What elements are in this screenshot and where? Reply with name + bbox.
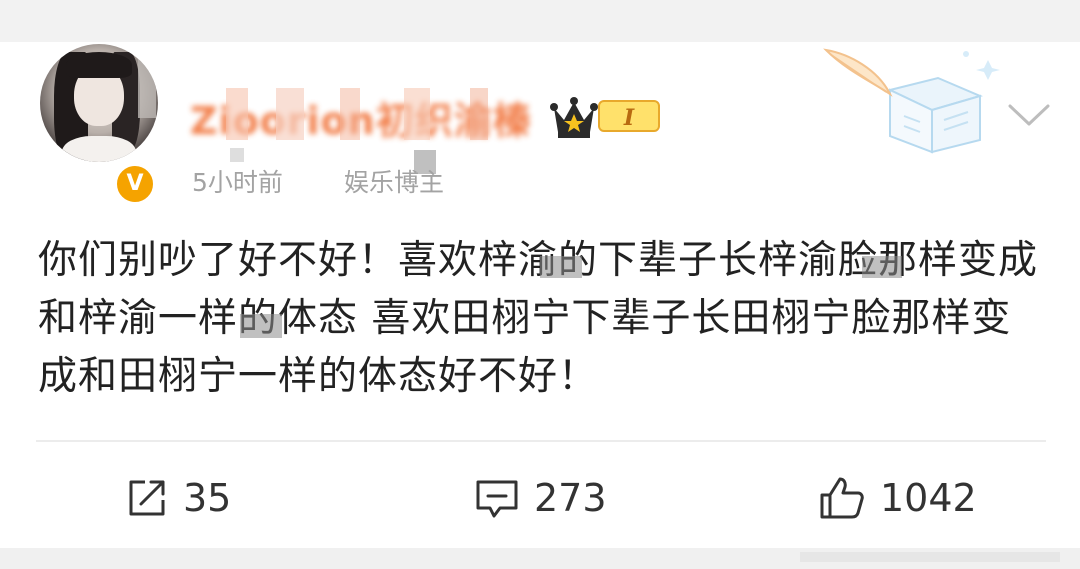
comment-button[interactable]: 273 bbox=[474, 470, 607, 526]
avatar-shirt bbox=[62, 136, 136, 162]
comment-count: 273 bbox=[534, 476, 607, 520]
redaction-mark bbox=[862, 256, 902, 278]
chevron-down-icon[interactable] bbox=[1006, 100, 1052, 130]
share-icon bbox=[129, 480, 165, 516]
divider bbox=[36, 440, 1046, 442]
avatar[interactable] bbox=[40, 44, 158, 162]
share-button[interactable]: 35 bbox=[125, 470, 231, 526]
watermark-blur bbox=[800, 552, 1060, 562]
crown-icon bbox=[550, 97, 598, 138]
avatar-bangs bbox=[66, 52, 132, 78]
verified-badge: V bbox=[114, 163, 156, 205]
post-time: 5小时前 bbox=[192, 168, 283, 197]
like-count: 1042 bbox=[880, 476, 977, 520]
redaction-mark bbox=[240, 314, 282, 338]
like-button[interactable]: 1042 bbox=[818, 470, 977, 526]
level-badge[interactable]: I bbox=[598, 100, 660, 132]
comment-icon bbox=[476, 480, 518, 518]
post-source: 娱乐博主 bbox=[344, 168, 445, 197]
username-mosaic bbox=[190, 88, 540, 140]
book-quill-sticker bbox=[823, 48, 1000, 154]
redaction-mark bbox=[540, 256, 582, 278]
thumbs-up-icon bbox=[820, 477, 864, 519]
share-count: 35 bbox=[183, 476, 232, 520]
level-badge-label: I bbox=[623, 105, 635, 131]
meta-mosaic bbox=[230, 148, 244, 162]
feed-gap-top bbox=[0, 0, 1080, 42]
avatar-blur bbox=[138, 58, 156, 118]
